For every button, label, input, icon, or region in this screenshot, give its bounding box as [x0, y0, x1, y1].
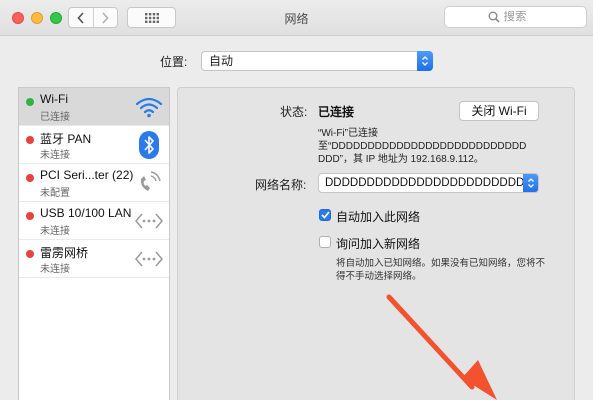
connection-description-line-3: DDD”，其 IP 地址为 192.168.9.112。 — [318, 154, 484, 165]
status-dot — [26, 136, 34, 144]
checkmark-icon — [320, 211, 330, 219]
service-item-pci-serial[interactable]: PCI Seri...ter (22) 未配置 — [19, 164, 169, 202]
service-name: 蓝牙 PAN — [40, 132, 92, 146]
location-select[interactable]: 自动 — [201, 51, 433, 71]
network-name-label: 网络名称: — [255, 178, 307, 192]
status-value: 已连接 — [318, 105, 355, 119]
service-status: 已连接 — [40, 112, 70, 123]
network-name-select[interactable]: DDDDDDDDDDDDDDDDDDDDDDDD... — [318, 173, 539, 193]
service-list: Wi-Fi 已连接 蓝牙 PAN 未连接 PCI Seri...ter (22)… — [18, 87, 170, 400]
wifi-icon — [135, 93, 163, 121]
ask-join-help-line-2: 得不手动选择网络。 — [336, 271, 422, 282]
ask-join-checkbox[interactable] — [319, 236, 331, 248]
network-name-value: DDDDDDDDDDDDDDDDDDDDDDDD... — [325, 177, 534, 189]
location-label: 位置: — [160, 55, 188, 69]
ethernet-icon — [135, 245, 163, 273]
ask-join-label[interactable]: 询问加入新网络 — [336, 235, 420, 252]
auto-join-checkbox[interactable] — [319, 209, 331, 221]
status-label: 状态: — [280, 105, 308, 119]
search-input[interactable] — [503, 11, 544, 23]
service-item-wifi[interactable]: Wi-Fi 已连接 — [19, 88, 169, 126]
service-status: 未配置 — [40, 188, 70, 199]
service-name: USB 10/100 LAN — [40, 206, 132, 220]
service-status: 未连接 — [40, 150, 70, 161]
status-dot — [26, 98, 34, 106]
ask-join-help-line-1: 将自动加入已知网络。如果没有已知网络，您将不 — [336, 258, 546, 269]
up-down-chevron-icon — [528, 178, 534, 188]
status-dot — [26, 212, 34, 220]
service-status: 未连接 — [40, 226, 70, 237]
turn-off-wifi-button[interactable]: 关闭 Wi-Fi — [459, 101, 539, 121]
auto-join-label[interactable]: 自动加入此网络 — [336, 208, 420, 225]
search-field[interactable] — [444, 6, 587, 28]
status-dot — [26, 250, 34, 258]
service-item-usb-lan[interactable]: USB 10/100 LAN 未连接 — [19, 202, 169, 240]
service-item-bluetooth-pan[interactable]: 蓝牙 PAN 未连接 — [19, 126, 169, 164]
location-value: 自动 — [209, 54, 234, 68]
service-item-thunderbolt-bridge[interactable]: 雷雳网桥 未连接 — [19, 240, 169, 278]
bluetooth-icon — [135, 131, 163, 159]
ethernet-icon — [135, 207, 163, 235]
service-name: 雷雳网桥 — [40, 246, 89, 260]
service-name: PCI Seri...ter (22) — [40, 168, 134, 182]
status-dot — [26, 174, 34, 182]
service-status: 未连接 — [40, 264, 70, 275]
search-icon — [488, 11, 500, 23]
up-down-chevron-icon — [422, 56, 428, 66]
title-bar: 网络 — [0, 0, 593, 36]
phone-icon — [135, 169, 163, 197]
network-name-stepper[interactable] — [523, 174, 538, 192]
service-name: Wi-Fi — [40, 92, 68, 106]
location-stepper[interactable] — [417, 51, 433, 71]
